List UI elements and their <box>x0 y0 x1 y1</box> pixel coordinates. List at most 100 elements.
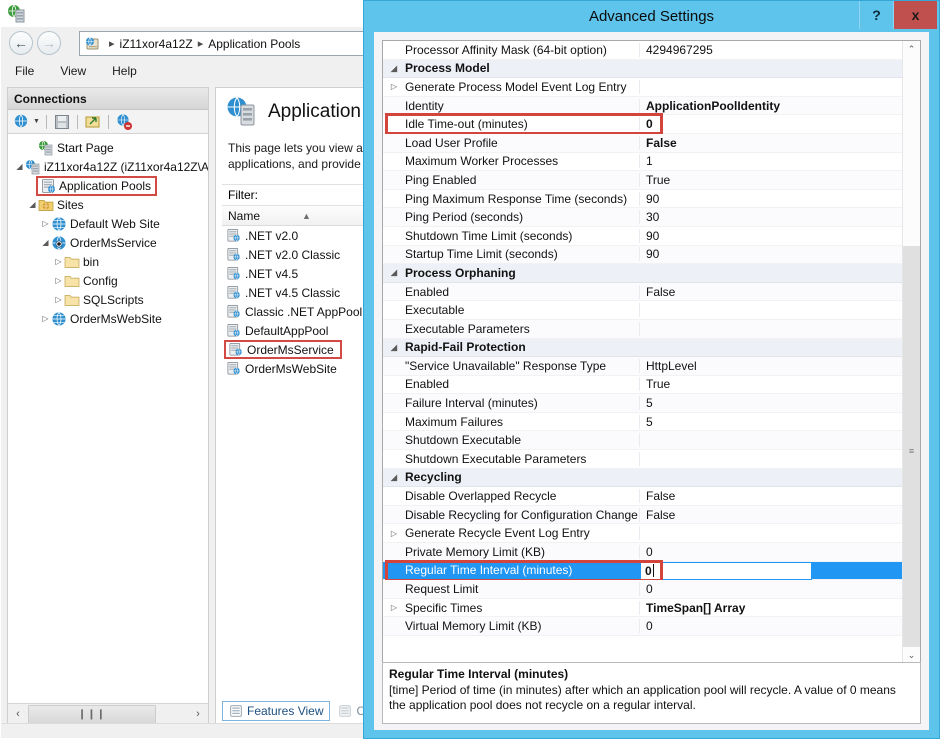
settings-row[interactable]: ▷ Generate Recycle Event Log Entry <box>383 524 902 544</box>
save-connections-icon[interactable] <box>53 113 71 131</box>
tree-item-sqlscripts[interactable]: ▷ SQLScripts <box>8 290 208 309</box>
expand-chevron-icon[interactable]: ▷ <box>383 529 405 538</box>
list-item-content[interactable]: OrderMsWebSite <box>226 361 337 376</box>
settings-row[interactable]: "Service Unavailable" Response Type HttpL… <box>383 357 902 376</box>
tree-item-iz11xor4a12z-iz11xor4a12z-a[interactable]: ◢ iZ11xor4a12Z (iZ11xor4a12Z\A <box>8 157 208 176</box>
setting-value-input[interactable]: 0 <box>640 561 812 581</box>
tab-features-view[interactable]: Features View <box>222 701 331 721</box>
settings-row[interactable]: Ping Maximum Response Time (seconds) 90 <box>383 190 902 209</box>
tree-item-content[interactable]: Config <box>64 273 118 289</box>
settings-row[interactable]: Maximum Failures 5 <box>383 413 902 432</box>
hscroll-thumb[interactable]: ❙❙❙ <box>28 704 156 724</box>
settings-row[interactable]: Executable <box>383 301 902 320</box>
settings-row[interactable]: Private Memory Limit (KB) 0 <box>383 543 902 562</box>
settings-row[interactable]: Load User Profile False <box>383 133 902 153</box>
breadcrumb-node[interactable]: Application Pools <box>208 37 300 51</box>
settings-row[interactable]: Identity ApplicationPoolIdentity <box>383 96 902 116</box>
tree-item-content[interactable]: iZ11xor4a12Z (iZ11xor4a12Z\A <box>25 159 208 175</box>
settings-row[interactable]: Executable Parameters <box>383 319 902 339</box>
collapse-chevron-icon[interactable]: ◢ <box>14 161 25 172</box>
settings-row[interactable]: Processor Affinity Mask (64-bit option) 4… <box>383 41 902 60</box>
settings-row[interactable]: Disable Overlapped Recycle False <box>383 487 902 506</box>
chevron-down-icon[interactable]: ▼ <box>33 118 40 125</box>
help-button[interactable]: ? <box>859 1 894 29</box>
expand-chevron-icon[interactable]: ▷ <box>40 218 51 229</box>
collapse-chevron-icon[interactable]: ◢ <box>40 237 51 248</box>
settings-row[interactable]: Enabled True <box>383 376 902 395</box>
expand-chevron-icon[interactable]: ▷ <box>383 82 405 91</box>
settings-row[interactable]: Request Limit 0 <box>383 580 902 599</box>
tree-item-default-web-site[interactable]: ▷ Default Web Site <box>8 214 208 233</box>
disconnect-icon[interactable] <box>115 113 133 131</box>
settings-row[interactable]: Failure Interval (minutes) 5 <box>383 394 902 413</box>
tree-item-config[interactable]: ▷ Config <box>8 271 208 290</box>
collapse-chevron-icon[interactable]: ◢ <box>383 64 405 73</box>
tree-item-content[interactable]: OrderMsService <box>51 235 157 251</box>
settings-row[interactable]: ▷ Generate Process Model Event Log Entry <box>383 78 902 97</box>
tree-item-content[interactable]: Sites <box>38 197 84 213</box>
hscroll-left-button[interactable]: ‹ <box>8 704 28 724</box>
settings-grid-rows[interactable]: Processor Affinity Mask (64-bit option) 4… <box>383 41 902 664</box>
menu-file[interactable]: File <box>15 64 34 78</box>
menu-help[interactable]: Help <box>112 64 137 78</box>
scrollbar-track-top[interactable] <box>903 58 920 246</box>
settings-row[interactable]: ▷ Specific Times TimeSpan[] Array <box>383 599 902 618</box>
list-item-content[interactable]: .NET v4.5 Classic <box>226 285 340 300</box>
settings-row[interactable]: Virtual Memory Limit (KB) 0 <box>383 617 902 636</box>
collapse-chevron-icon[interactable]: ◢ <box>383 343 405 352</box>
tree-item-ordermsservice[interactable]: ◢ OrderMsService <box>8 233 208 252</box>
expand-chevron-icon[interactable]: ▷ <box>40 313 51 324</box>
expand-chevron-icon[interactable]: ▷ <box>383 603 405 612</box>
settings-row[interactable]: Shutdown Executable Parameters <box>383 450 902 469</box>
list-item-content[interactable]: .NET v2.0 <box>226 228 298 243</box>
list-item-content[interactable]: Classic .NET AppPool <box>226 304 362 319</box>
close-button[interactable]: x <box>894 1 937 29</box>
highlighted-tree-item[interactable]: Application Pools <box>35 175 158 196</box>
tree-item-application-pools[interactable]: Application Pools <box>8 175 208 196</box>
settings-row[interactable]: Shutdown Executable <box>383 431 902 451</box>
list-item-content[interactable]: DefaultAppPool <box>226 323 328 338</box>
expand-chevron-icon[interactable]: ▷ <box>53 275 64 286</box>
collapse-chevron-icon[interactable]: ◢ <box>383 473 405 482</box>
settings-row[interactable]: Ping Enabled True <box>383 171 902 190</box>
tree-item-start-page[interactable]: Start Page <box>8 138 208 157</box>
scrollbar-thumb[interactable]: ≡ <box>903 246 920 656</box>
list-item-content[interactable]: .NET v4.5 <box>226 266 298 281</box>
forward-button[interactable]: → <box>37 31 61 55</box>
settings-row[interactable]: Startup Time Limit (seconds) 90 <box>383 245 902 265</box>
settings-row[interactable]: Idle Time-out (minutes) 0 <box>383 113 902 136</box>
settings-row[interactable]: Regular Time Interval (minutes) 0 <box>383 559 902 582</box>
tree-horizontal-scrollbar[interactable]: ‹ ❙❙❙ › <box>8 703 208 724</box>
connections-tree[interactable]: Start Page ◢ iZ11xor4a12Z (iZ11xor4a12Z\A A… <box>8 134 208 702</box>
breadcrumb-server[interactable]: iZ11xor4a12Z <box>120 37 193 51</box>
tree-item-content[interactable]: Start Page <box>38 140 114 156</box>
tree-item-content[interactable]: OrderMsWebSite <box>51 311 162 327</box>
hscroll-right-button[interactable]: › <box>188 704 208 724</box>
connect-to-icon[interactable] <box>13 113 31 131</box>
tree-item-bin[interactable]: ▷ bin <box>8 252 208 271</box>
tree-item-sites[interactable]: ◢ Sites <box>8 195 208 214</box>
settings-category-row[interactable]: ◢ Process Orphaning <box>383 264 902 283</box>
tree-item-content[interactable]: SQLScripts <box>64 292 144 308</box>
settings-row[interactable]: Maximum Worker Processes 1 <box>383 153 902 172</box>
menu-view[interactable]: View <box>60 64 86 78</box>
settings-category-row[interactable]: ◢ Rapid-Fail Protection <box>383 338 902 358</box>
tree-item-content[interactable]: bin <box>64 254 99 270</box>
export-connections-icon[interactable] <box>84 113 102 131</box>
settings-vertical-scrollbar[interactable]: ⌃ ≡ ⌄ <box>902 41 920 664</box>
settings-category-row[interactable]: ◢ Recycling <box>383 468 902 488</box>
tree-item-content[interactable]: Default Web Site <box>51 216 160 232</box>
tree-item-ordermswebsite[interactable]: ▷ OrderMsWebSite <box>8 309 208 328</box>
list-item-content[interactable]: .NET v2.0 Classic <box>226 247 340 262</box>
column-header-name[interactable]: Name <box>228 209 260 223</box>
settings-row[interactable]: Disable Recycling for Configuration Chan… <box>383 505 902 525</box>
collapse-chevron-icon[interactable]: ◢ <box>383 268 405 277</box>
settings-row[interactable]: Shutdown Time Limit (seconds) 90 <box>383 227 902 246</box>
settings-category-row[interactable]: ◢ Process Model <box>383 59 902 79</box>
dialog-titlebar[interactable]: Advanced Settings ? x <box>364 1 939 32</box>
settings-row[interactable]: Enabled False <box>383 282 902 302</box>
expand-chevron-icon[interactable]: ▷ <box>53 294 64 305</box>
scroll-up-button[interactable]: ⌃ <box>903 41 920 58</box>
settings-row[interactable]: Ping Period (seconds) 30 <box>383 208 902 227</box>
breadcrumb[interactable]: ▸ iZ11xor4a12Z ▸ Application Pools <box>79 31 365 56</box>
